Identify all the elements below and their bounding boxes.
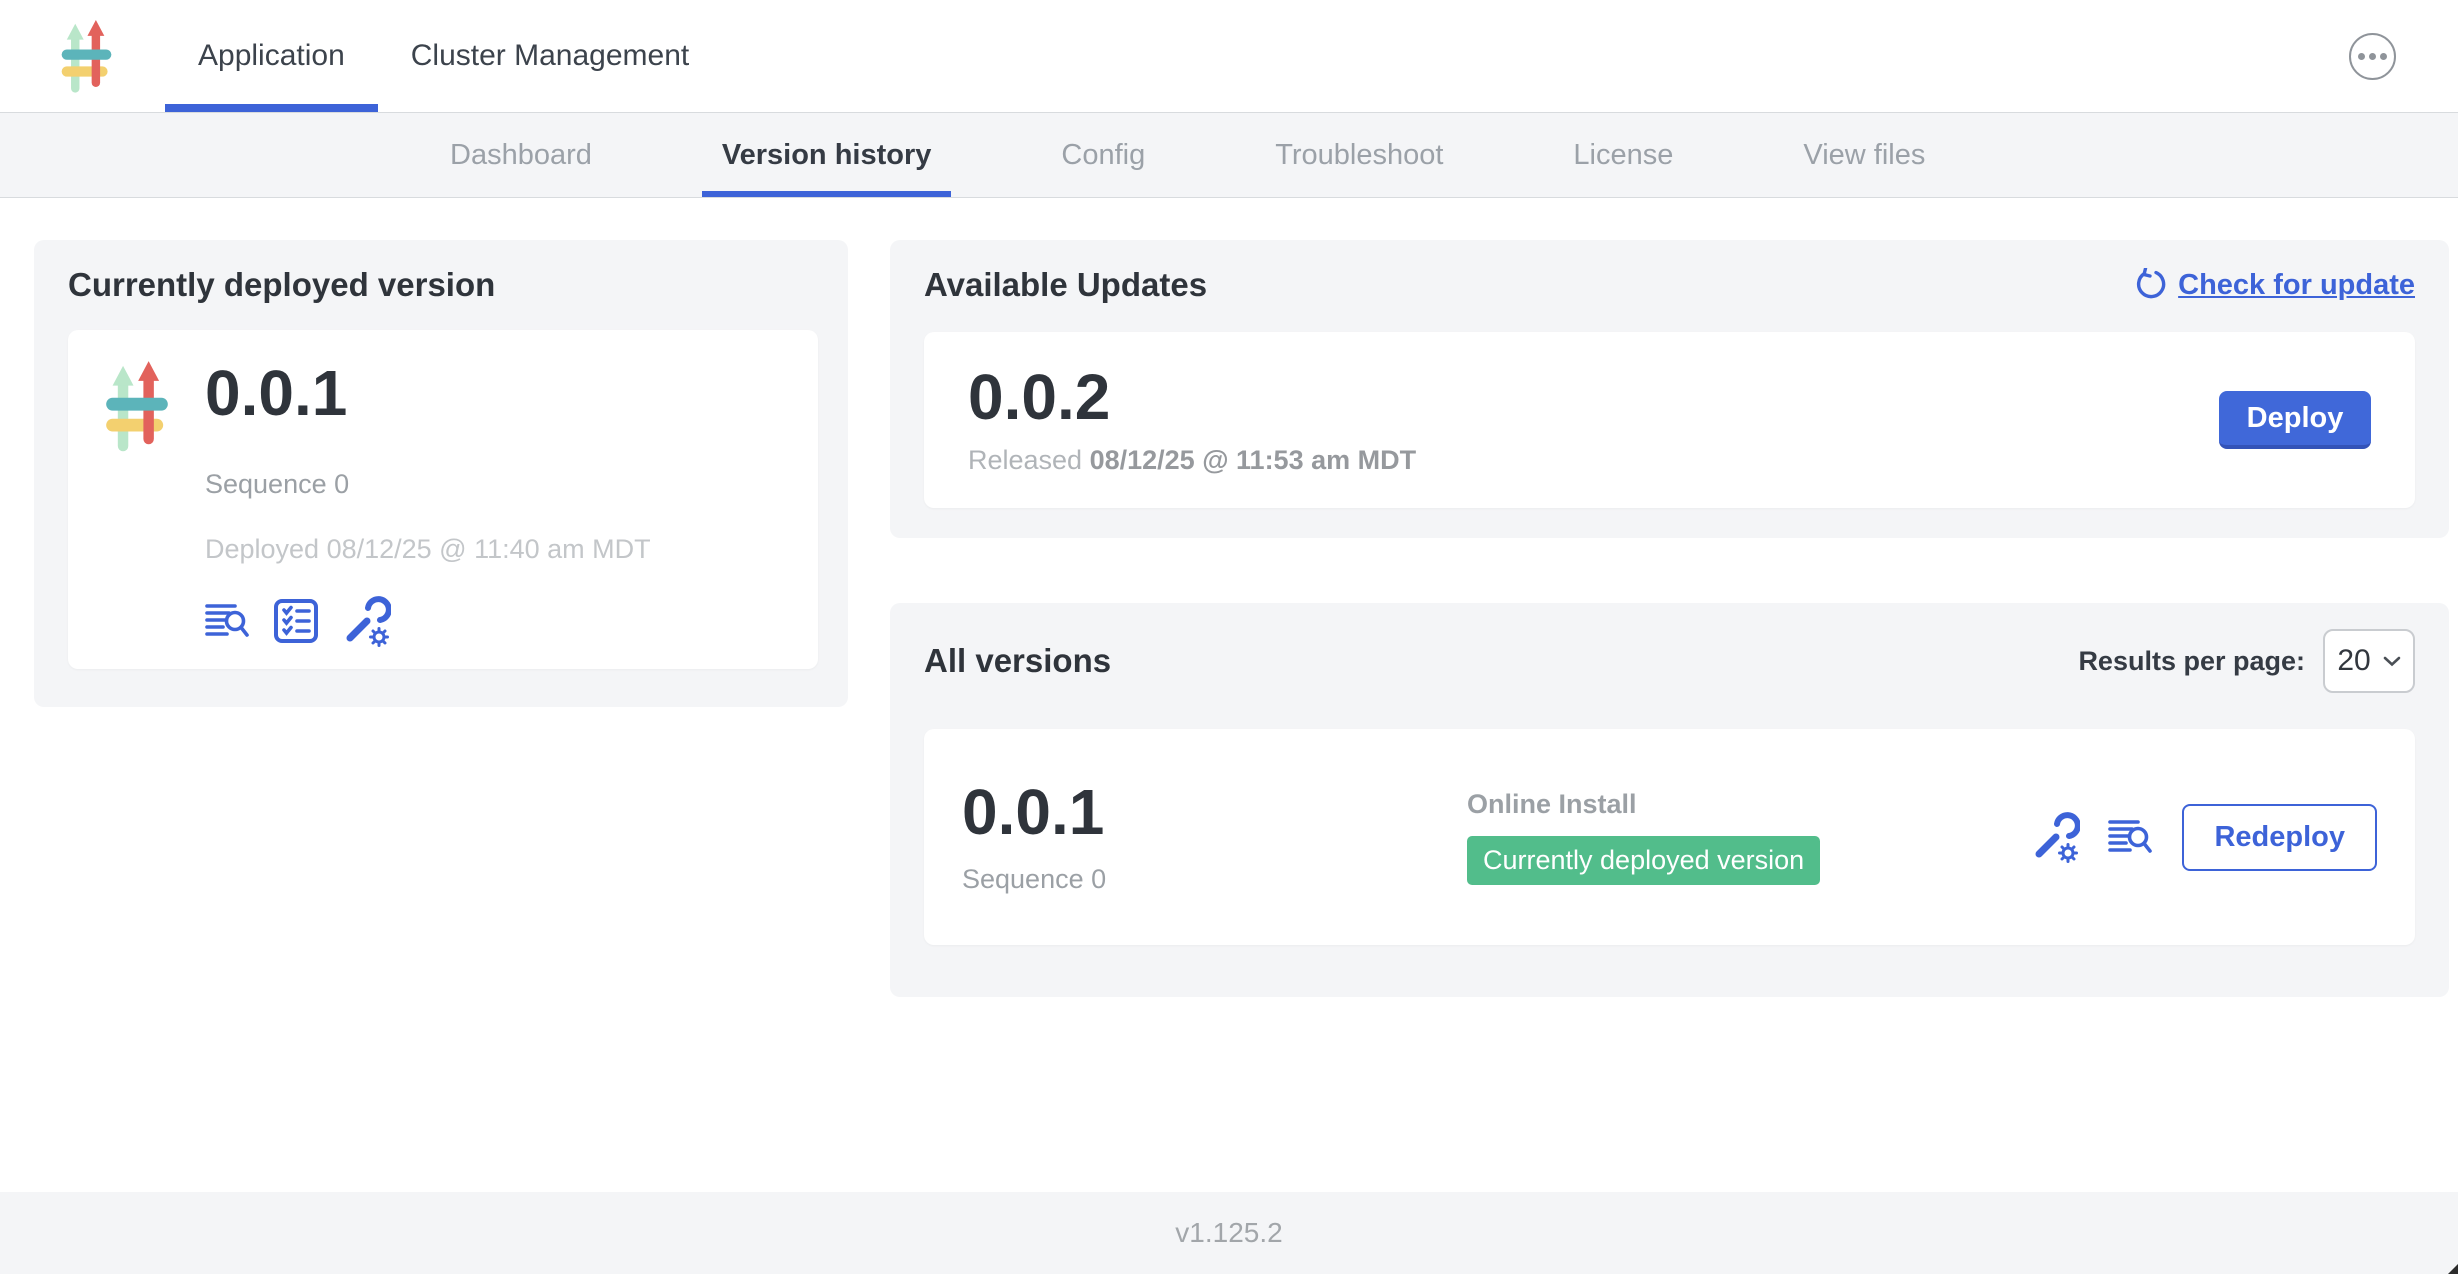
- console-version-label: v1.125.2: [1175, 1217, 1282, 1249]
- deployed-version-card: 0.0.1 Sequence 0 Deployed 08/12/25 @ 11:…: [68, 330, 818, 669]
- deployed-version-number: 0.0.1: [205, 360, 782, 427]
- available-updates-title: Available Updates: [924, 266, 1207, 304]
- page-footer: v1.125.2: [0, 1192, 2458, 1274]
- view-logs-icon: [2108, 816, 2154, 858]
- main-content: Currently deployed version 0.0.1 Sequenc…: [0, 198, 2458, 1192]
- all-versions-title: All versions: [924, 642, 1111, 680]
- app-logo-icon: [104, 360, 170, 453]
- view-logs-icon: [205, 600, 251, 642]
- edit-config-button[interactable]: [341, 595, 391, 647]
- deployed-timestamp: Deployed 08/12/25 @ 11:40 am MDT: [205, 534, 782, 565]
- all-versions-section: All versions Results per page: 20 0.0.1 …: [890, 603, 2449, 997]
- deployed-sequence: Sequence 0: [205, 469, 782, 500]
- more-menu-button[interactable]: [2349, 33, 2396, 80]
- ellipsis-icon: [2380, 53, 2387, 60]
- view-logs-button[interactable]: [205, 600, 251, 642]
- available-update-row: 0.0.2 Released 08/12/25 @ 11:53 am MDT D…: [924, 332, 2415, 508]
- refresh-icon: [2132, 268, 2166, 302]
- version-row: 0.0.1 Sequence 0 Online Install Currentl…: [924, 729, 2415, 945]
- row-version-number: 0.0.1: [962, 779, 1467, 846]
- tab-application[interactable]: Application: [165, 0, 378, 112]
- app-logo-icon: [60, 19, 113, 94]
- top-bar: Application Cluster Management: [0, 0, 2458, 113]
- update-released-timestamp: Released 08/12/25 @ 11:53 am MDT: [968, 445, 1416, 476]
- row-sequence: Sequence 0: [962, 864, 1467, 895]
- preflight-checks-button[interactable]: [273, 598, 319, 644]
- subnav-troubleshoot[interactable]: Troubleshoot: [1255, 113, 1463, 197]
- view-logs-button[interactable]: [2108, 816, 2154, 858]
- available-updates-section: Available Updates Check for update 0.0.2…: [890, 240, 2449, 538]
- subnav-license[interactable]: License: [1553, 113, 1693, 197]
- chevron-down-icon: [2383, 655, 2401, 667]
- ellipsis-icon: [2358, 53, 2365, 60]
- results-per-page-select[interactable]: 20: [2323, 629, 2415, 693]
- redeploy-button[interactable]: Redeploy: [2182, 804, 2377, 871]
- subnav-version-history[interactable]: Version history: [702, 113, 952, 197]
- preflight-checks-icon: [273, 598, 319, 644]
- edit-config-button[interactable]: [2030, 811, 2080, 863]
- ellipsis-icon: [2369, 53, 2376, 60]
- subnav-view-files[interactable]: View files: [1783, 113, 1945, 197]
- check-for-update-link[interactable]: Check for update: [2132, 268, 2415, 302]
- currently-deployed-badge: Currently deployed version: [1467, 836, 1820, 885]
- edit-config-icon: [341, 595, 391, 647]
- deploy-button[interactable]: Deploy: [2219, 391, 2371, 449]
- app-sub-nav: Dashboard Version history Config Trouble…: [0, 113, 2458, 198]
- results-per-page-label: Results per page:: [2078, 646, 2305, 677]
- top-tabs: Application Cluster Management: [165, 0, 722, 112]
- deployed-section-title: Currently deployed version: [68, 266, 818, 304]
- update-version-number: 0.0.2: [968, 364, 1416, 431]
- tab-cluster-management[interactable]: Cluster Management: [378, 0, 722, 112]
- currently-deployed-section: Currently deployed version 0.0.1 Sequenc…: [34, 240, 848, 707]
- subnav-config[interactable]: Config: [1041, 113, 1165, 197]
- install-type-label: Online Install: [1467, 789, 2030, 820]
- subnav-dashboard[interactable]: Dashboard: [430, 113, 612, 197]
- edit-config-icon: [2030, 811, 2080, 863]
